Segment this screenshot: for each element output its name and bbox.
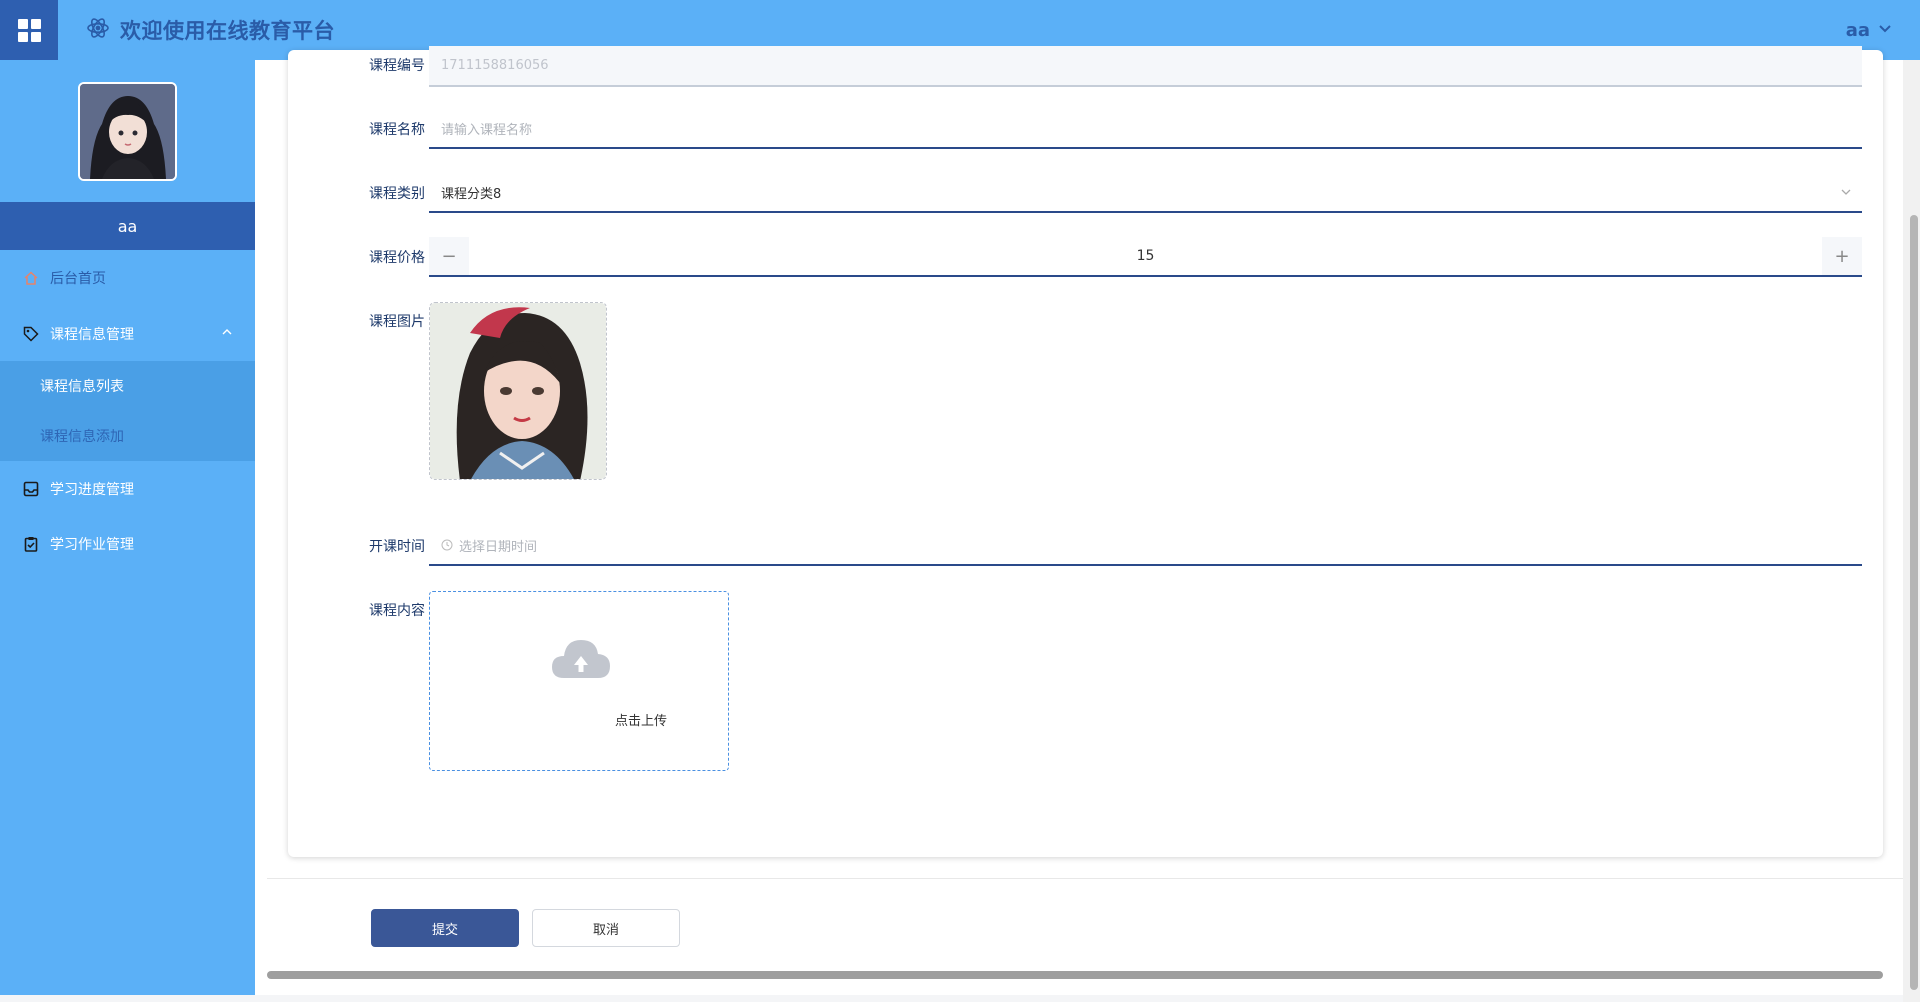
submit-button[interactable]: 提交 bbox=[371, 909, 519, 947]
field-label: 课程价格 bbox=[369, 250, 425, 266]
chevron-down-icon bbox=[1840, 186, 1852, 202]
home-icon bbox=[22, 269, 40, 287]
cancel-button[interactable]: 取消 bbox=[532, 909, 680, 947]
sidebar-item-course-list[interactable]: 课程信息列表 bbox=[0, 361, 255, 411]
increment-button[interactable]: + bbox=[1822, 237, 1862, 275]
chevron-down-icon bbox=[1878, 20, 1892, 41]
sidebar-item-label: 课程信息管理 bbox=[50, 326, 134, 343]
apps-grid-button[interactable] bbox=[0, 0, 58, 60]
sidebar-item-homework-management[interactable]: 学习作业管理 bbox=[0, 516, 255, 571]
submenu-course: 课程信息列表 课程信息添加 bbox=[0, 361, 255, 461]
sidebar-item-progress-management[interactable]: 学习进度管理 bbox=[0, 461, 255, 516]
upload-text: 点击上传 bbox=[615, 714, 668, 729]
course-image-thumbnail[interactable] bbox=[429, 302, 607, 480]
clock-icon bbox=[441, 539, 453, 551]
cloud-upload-icon bbox=[550, 634, 612, 688]
field-label: 课程图片 bbox=[369, 314, 425, 330]
start-time-picker[interactable]: 选择日期时间 bbox=[429, 526, 1862, 566]
avatar[interactable] bbox=[78, 81, 177, 181]
user-menu-name: aa bbox=[1845, 19, 1870, 41]
course-price-value: 15 bbox=[1136, 248, 1155, 264]
tag-icon bbox=[22, 325, 40, 343]
avatar-container bbox=[0, 60, 255, 202]
decrement-button[interactable]: − bbox=[429, 237, 469, 275]
chevron-up-icon bbox=[221, 326, 233, 342]
vertical-scrollbar-thumb[interactable] bbox=[1910, 215, 1918, 990]
field-label: 课程内容 bbox=[369, 603, 425, 619]
sidebar: aa 后台首页 课程信息管理 课程信息列表 课程信息添加 学习进度管理 学习作业… bbox=[0, 60, 255, 995]
start-time-placeholder: 选择日期时间 bbox=[459, 539, 538, 555]
clipboard-check-icon bbox=[22, 535, 40, 553]
course-name-placeholder: 请输入课程名称 bbox=[441, 122, 533, 138]
inbox-icon bbox=[22, 480, 40, 498]
app-title: 欢迎使用在线教育平台 bbox=[120, 19, 335, 43]
sidebar-username: aa bbox=[0, 202, 255, 250]
horizontal-scrollbar[interactable] bbox=[267, 971, 1883, 979]
sidebar-item-label: 学习进度管理 bbox=[50, 481, 134, 498]
grid-icon bbox=[17, 18, 41, 42]
main-content: 课程编号 1711158816056 课程名称 请输入课程名称 课程类别 课程分… bbox=[255, 46, 1903, 995]
course-price-stepper[interactable]: − 15 + bbox=[429, 237, 1862, 277]
field-label: 开课时间 bbox=[369, 539, 425, 555]
form-card: 课程编号 1711158816056 课程名称 请输入课程名称 课程类别 课程分… bbox=[288, 46, 1883, 857]
field-label: 课程编号 bbox=[369, 58, 425, 74]
footer-divider bbox=[267, 878, 1903, 879]
course-category-select[interactable]: 课程分类8 bbox=[429, 173, 1862, 213]
field-label: 课程类别 bbox=[369, 186, 425, 202]
course-content-upload[interactable]: 点击上传 bbox=[429, 591, 729, 771]
atom-logo-icon bbox=[86, 16, 110, 44]
sidebar-item-course-management[interactable]: 课程信息管理 bbox=[0, 306, 255, 361]
course-id-field: 1711158816056 bbox=[429, 46, 1862, 87]
field-label: 课程名称 bbox=[369, 122, 425, 138]
sidebar-item-home[interactable]: 后台首页 bbox=[0, 250, 255, 306]
sidebar-item-label: 后台首页 bbox=[50, 271, 106, 287]
course-id-value: 1711158816056 bbox=[441, 58, 549, 73]
course-category-value: 课程分类8 bbox=[441, 186, 502, 202]
sidebar-item-label: 学习作业管理 bbox=[50, 536, 134, 553]
sidebar-item-course-add[interactable]: 课程信息添加 bbox=[0, 411, 255, 461]
course-name-input[interactable]: 请输入课程名称 bbox=[429, 109, 1862, 149]
